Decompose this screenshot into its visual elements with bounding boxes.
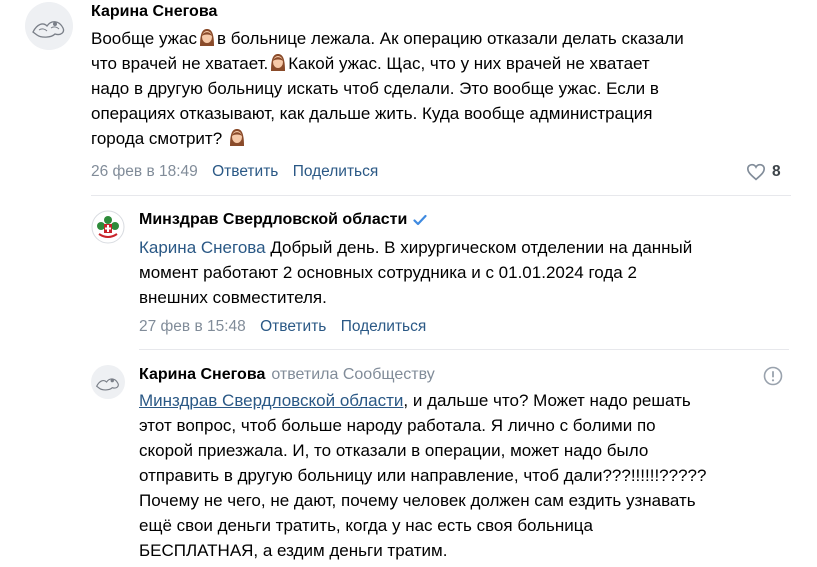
mention-link[interactable]: Минздрав Свердловской области	[139, 391, 403, 410]
reply-button[interactable]: Ответить	[260, 318, 326, 335]
woman-emoji-icon	[228, 128, 246, 148]
text-segment: что врачей не хватает.	[91, 54, 269, 73]
comment-meta: 27 фев в 15:48 Ответить Поделиться	[139, 318, 426, 336]
report-icon[interactable]	[763, 366, 783, 391]
comment-author[interactable]: Минздрав Свердловской области	[139, 211, 427, 231]
author-name[interactable]: Минздрав Свердловской области	[139, 211, 407, 228]
sketch-avatar-icon	[91, 365, 125, 399]
comment-text: Минздрав Свердловской области, и дальше …	[139, 388, 706, 563]
comment-text: Вообще ужас в больнице лежала. Ак операци…	[91, 26, 684, 151]
comment-date[interactable]: 27 фев в 15:48	[139, 318, 246, 335]
woman-emoji-icon	[269, 53, 287, 73]
avatar[interactable]	[91, 365, 125, 399]
share-button[interactable]: Поделиться	[341, 318, 427, 335]
ministry-emblem-icon	[91, 210, 125, 244]
text-segment: внешних совместителя.	[139, 288, 327, 307]
text-segment: ещё свои деньги тратить, когда у нас ест…	[139, 516, 593, 535]
avatar[interactable]	[91, 210, 125, 244]
comment-author[interactable]: Карина Снегова	[91, 3, 217, 21]
reply-comment: Карина Снегова ответила Сообществу Минздр…	[0, 355, 817, 567]
share-button[interactable]: Поделиться	[293, 163, 379, 180]
comment-date[interactable]: 26 фев в 18:49	[91, 163, 198, 180]
like-button[interactable]: 8	[746, 163, 781, 181]
verified-check-icon	[413, 213, 427, 231]
text-segment: Какой ужас. Щас, что у них врачей не хва…	[288, 54, 650, 73]
text-segment: города смотрит?	[91, 129, 223, 148]
text-segment: Добрый день. В хирургическом отделении н…	[270, 238, 693, 257]
text-segment: БЕСПЛАТНАЯ, а ездим деньги тратим.	[139, 541, 448, 560]
text-segment: момент работают 2 основных сотрудника и …	[139, 263, 637, 282]
text-segment: в больнице лежала. Ак операцию отказали …	[216, 29, 684, 48]
divider	[91, 195, 791, 196]
text-segment: этот вопрос, чтоб больше народу работала…	[139, 416, 656, 435]
comments-thread: Карина Снегова Вообще ужас в больнице леж…	[0, 0, 817, 567]
text-segment: Почему не чего, не дают, почему человек …	[139, 491, 696, 510]
comment-meta: 26 фев в 18:49 Ответить Поделиться	[91, 163, 378, 181]
divider	[139, 349, 789, 350]
text-segment: операциях отказывают, как дальше жить. К…	[91, 104, 653, 123]
reply-button[interactable]: Ответить	[212, 163, 278, 180]
author-name[interactable]: Карина Снегова	[139, 366, 265, 383]
sketch-avatar-icon	[25, 2, 73, 50]
text-segment: отправить в другую больницу или направле…	[139, 466, 707, 485]
text-segment: Вообще ужас	[91, 29, 197, 48]
mention-link[interactable]: Карина Снегова	[139, 238, 266, 257]
woman-emoji-icon	[198, 28, 216, 48]
reply-comment: Минздрав Свердловской области Карина Сне…	[0, 200, 817, 350]
replied-to-label[interactable]: ответила Сообществу	[271, 366, 434, 383]
avatar[interactable]	[25, 2, 73, 50]
text-segment: скорой приезжала. И, то отказали в опера…	[139, 441, 649, 460]
comment-author: Карина Снегова ответила Сообществу	[139, 366, 435, 384]
text-segment: , и дальше что? Может надо решать	[403, 391, 691, 410]
comment-text: Карина Снегова Добрый день. В хирургичес…	[139, 235, 692, 310]
text-segment: надо в другую больницу искать чтоб сдела…	[91, 79, 659, 98]
like-count: 8	[772, 163, 781, 180]
comment: Карина Снегова Вообще ужас в больнице леж…	[0, 0, 817, 200]
heart-icon	[746, 163, 766, 181]
